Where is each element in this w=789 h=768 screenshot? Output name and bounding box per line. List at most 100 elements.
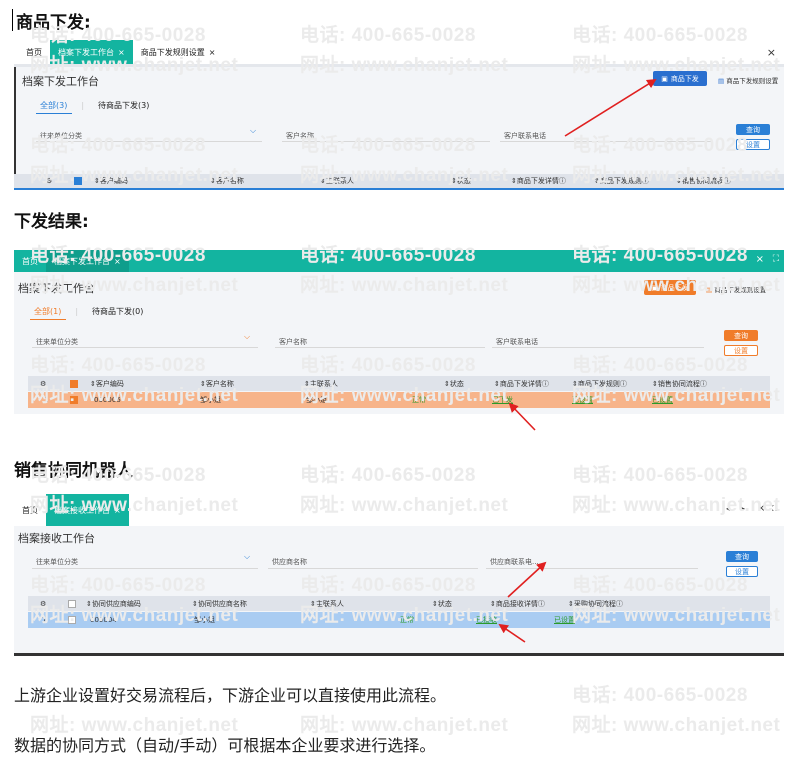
column-header[interactable]: ⇕ 客户编码 (94, 174, 128, 188)
supplier-name-field[interactable]: 供应商名称 (272, 557, 307, 567)
category-field-underline (32, 568, 258, 569)
receive-detail-link[interactable]: 已接收 (476, 612, 497, 628)
supplier-code: 000004 (90, 616, 117, 624)
customer-phone-field[interactable]: 客户联系电话 (496, 337, 538, 347)
table-row[interactable]: 1 000006 邹小姐 邹小姐 正常 已下发 已设置 已设置 (28, 392, 770, 408)
tab-bar: 首页 档案下发工作台 × (14, 250, 784, 272)
subtab-all[interactable]: 全部(3) (40, 100, 67, 111)
chevron-down-icon[interactable]: ⌵ (244, 552, 250, 562)
window-close-icon[interactable]: × (767, 46, 776, 59)
column-header[interactable]: ⇕ 商品下发详情 ⓘ (494, 376, 549, 391)
tab-close-icon[interactable]: × (114, 506, 121, 515)
query-button[interactable]: 查询 (726, 551, 758, 562)
gear-icon[interactable]: ⚙ (40, 596, 46, 611)
column-header[interactable]: ⇕ 采购协同流程 ⓘ (568, 596, 623, 611)
tab-home[interactable]: 首页 (14, 40, 50, 64)
column-header[interactable]: ⇕ 状态 (432, 596, 452, 611)
distribute-rule-link[interactable]: 已设置 (572, 392, 593, 408)
column-header[interactable]: ⇕ 状态 (451, 174, 471, 188)
chevron-down-icon[interactable]: ⌵ (244, 332, 250, 342)
column-header[interactable]: ⇕ 客户名称 (210, 174, 244, 188)
column-header[interactable]: ⇕ 主联系人 (304, 376, 338, 391)
rule-settings-link[interactable]: ▤ 商品下发规则设置 (706, 284, 766, 294)
tab-label: 商品下发规则设置 (140, 47, 205, 57)
tab-label: 首页 (26, 47, 42, 57)
screenshot-distribute-result: 首页 档案下发工作台 × × ⛶ 档案下发工作台 ▣ 商品下发 ▤ 商品下发规则设置… (14, 250, 784, 414)
tab-bar-divider (14, 64, 784, 67)
query-button[interactable]: 查询 (736, 124, 770, 135)
rule-settings-link[interactable]: ▤ 商品下发规则设置 (718, 75, 778, 85)
main-contact: 邹小姐 (306, 396, 327, 404)
subtab-pending[interactable]: 待商品下发(3) (98, 100, 149, 111)
tab-distribute-workbench[interactable]: 档案下发工作台 × (46, 250, 129, 272)
purchase-flow-link[interactable]: 已设置 (554, 612, 575, 628)
subtab-divider: | (81, 101, 85, 110)
settings-button[interactable]: 设置 (726, 566, 758, 577)
column-header[interactable]: ⇕ 商品下发规则 ⓘ (594, 174, 649, 188)
watermark-phone: 电话: 400-665-0028 (300, 465, 476, 486)
sales-flow-link[interactable]: 已设置 (652, 392, 673, 408)
filter-tabs: 全部(3) | 待商品下发(3) (40, 100, 149, 111)
tab-home[interactable]: 首页 (14, 494, 46, 526)
subtab-pending[interactable]: 待商品下发(0) (92, 306, 143, 317)
settings-button[interactable]: 设置 (736, 139, 770, 150)
column-header[interactable]: ⇕ 协同供应商名称 (192, 596, 247, 611)
column-header[interactable]: ⇕ 商品接收详情 ⓘ (490, 596, 545, 611)
tab-label: 首页 (22, 505, 38, 515)
column-header[interactable]: ⇕ 客户编码 (90, 376, 124, 391)
subtab-all[interactable]: 全部(1) (34, 306, 61, 317)
category-field[interactable]: 往来单位分类 (36, 337, 78, 347)
select-all-checkbox[interactable] (74, 174, 82, 188)
column-header[interactable]: ⇕ 客户名称 (200, 376, 234, 391)
select-all-checkbox[interactable] (70, 376, 78, 391)
close-icon[interactable]: × (756, 254, 764, 265)
column-header[interactable]: ⇕ 商品下发规则 ⓘ (572, 376, 627, 391)
column-header[interactable]: ⇕ 协同供应商编码 (86, 596, 141, 611)
section-heading-distribute: 商品下发: (16, 13, 91, 33)
tab-home[interactable]: 首页 (14, 250, 46, 272)
category-field[interactable]: 往来单位分类 (40, 131, 82, 141)
customer-name-field[interactable]: 客户名称 (286, 131, 314, 141)
supplier-name-underline (268, 568, 478, 569)
row-checkbox[interactable] (68, 612, 76, 628)
tab-close-icon[interactable]: × (118, 48, 125, 57)
row-checkbox[interactable] (70, 392, 78, 408)
distribute-goods-button[interactable]: ▣ 商品下发 (653, 71, 707, 86)
prev-tab-icon[interactable]: ◂ (726, 504, 730, 513)
chevron-down-icon[interactable]: ⌵ (250, 126, 256, 136)
supplier-phone-field[interactable]: 供应商联系电... (490, 557, 539, 567)
distribute-detail-link[interactable]: 已下发 (492, 392, 513, 408)
category-field[interactable]: 往来单位分类 (36, 557, 78, 567)
tab-receive-workbench[interactable]: 档案接收工作台 × (46, 494, 129, 526)
next-tab-icon[interactable]: ▸ (741, 504, 745, 513)
tab-distribute-rules[interactable]: 商品下发规则设置 × (133, 40, 224, 64)
gear-icon[interactable]: ⚙ (46, 174, 52, 188)
distribute-goods-button[interactable]: ▣ 商品下发 (644, 280, 696, 295)
table-row[interactable]: 1 000004 邹小姐 正常 已接收 已设置 (28, 612, 770, 628)
watermark-site: 网址: www.chanjet.net (572, 715, 781, 736)
section-heading-robot: 销售协同机器人 (14, 461, 133, 481)
column-header[interactable]: ⇕ 主联系人 (310, 596, 344, 611)
customer-name-underline (282, 141, 490, 142)
tab-close-icon[interactable]: × (209, 48, 216, 57)
settings-button[interactable]: 设置 (724, 345, 758, 356)
button-label: 商品下发 (670, 74, 699, 83)
column-header[interactable]: ⇕ 商品下发详情 ⓘ (511, 174, 566, 188)
query-button[interactable]: 查询 (724, 330, 758, 341)
fullscreen-icon[interactable]: ⛶ (773, 254, 779, 264)
tab-distribute-workbench[interactable]: 档案下发工作台 × (50, 40, 133, 64)
customer-name-field[interactable]: 客户名称 (279, 337, 307, 347)
customer-name-underline (275, 347, 485, 348)
column-header[interactable]: ⇕ 销售协同流程 ⓘ (652, 376, 707, 391)
select-all-checkbox[interactable] (68, 596, 76, 611)
close-icon[interactable]: × (757, 503, 765, 514)
tab-close-icon[interactable]: × (114, 257, 121, 266)
customer-phone-field[interactable]: 客户联系电话 (504, 131, 546, 141)
column-header[interactable]: ⇕ 销售协同流程 ⓘ (676, 174, 731, 188)
table-header: ⚙ ⇕ 客户编码 ⇕ 客户名称 ⇕ 主联系人 ⇕ 状态 ⇕ 商品下发详情 ⓘ ⇕… (28, 376, 770, 391)
column-header[interactable]: ⇕ 主联系人 (320, 174, 354, 188)
fullscreen-icon[interactable]: ⛶ (772, 504, 778, 514)
gear-icon[interactable]: ⚙ (40, 376, 46, 391)
column-header[interactable]: ⇕ 状态 (444, 376, 464, 391)
table-header: ⚙ ⇕ 协同供应商编码 ⇕ 协同供应商名称 ⇕ 主联系人 ⇕ 状态 ⇕ 商品接收… (28, 596, 770, 611)
